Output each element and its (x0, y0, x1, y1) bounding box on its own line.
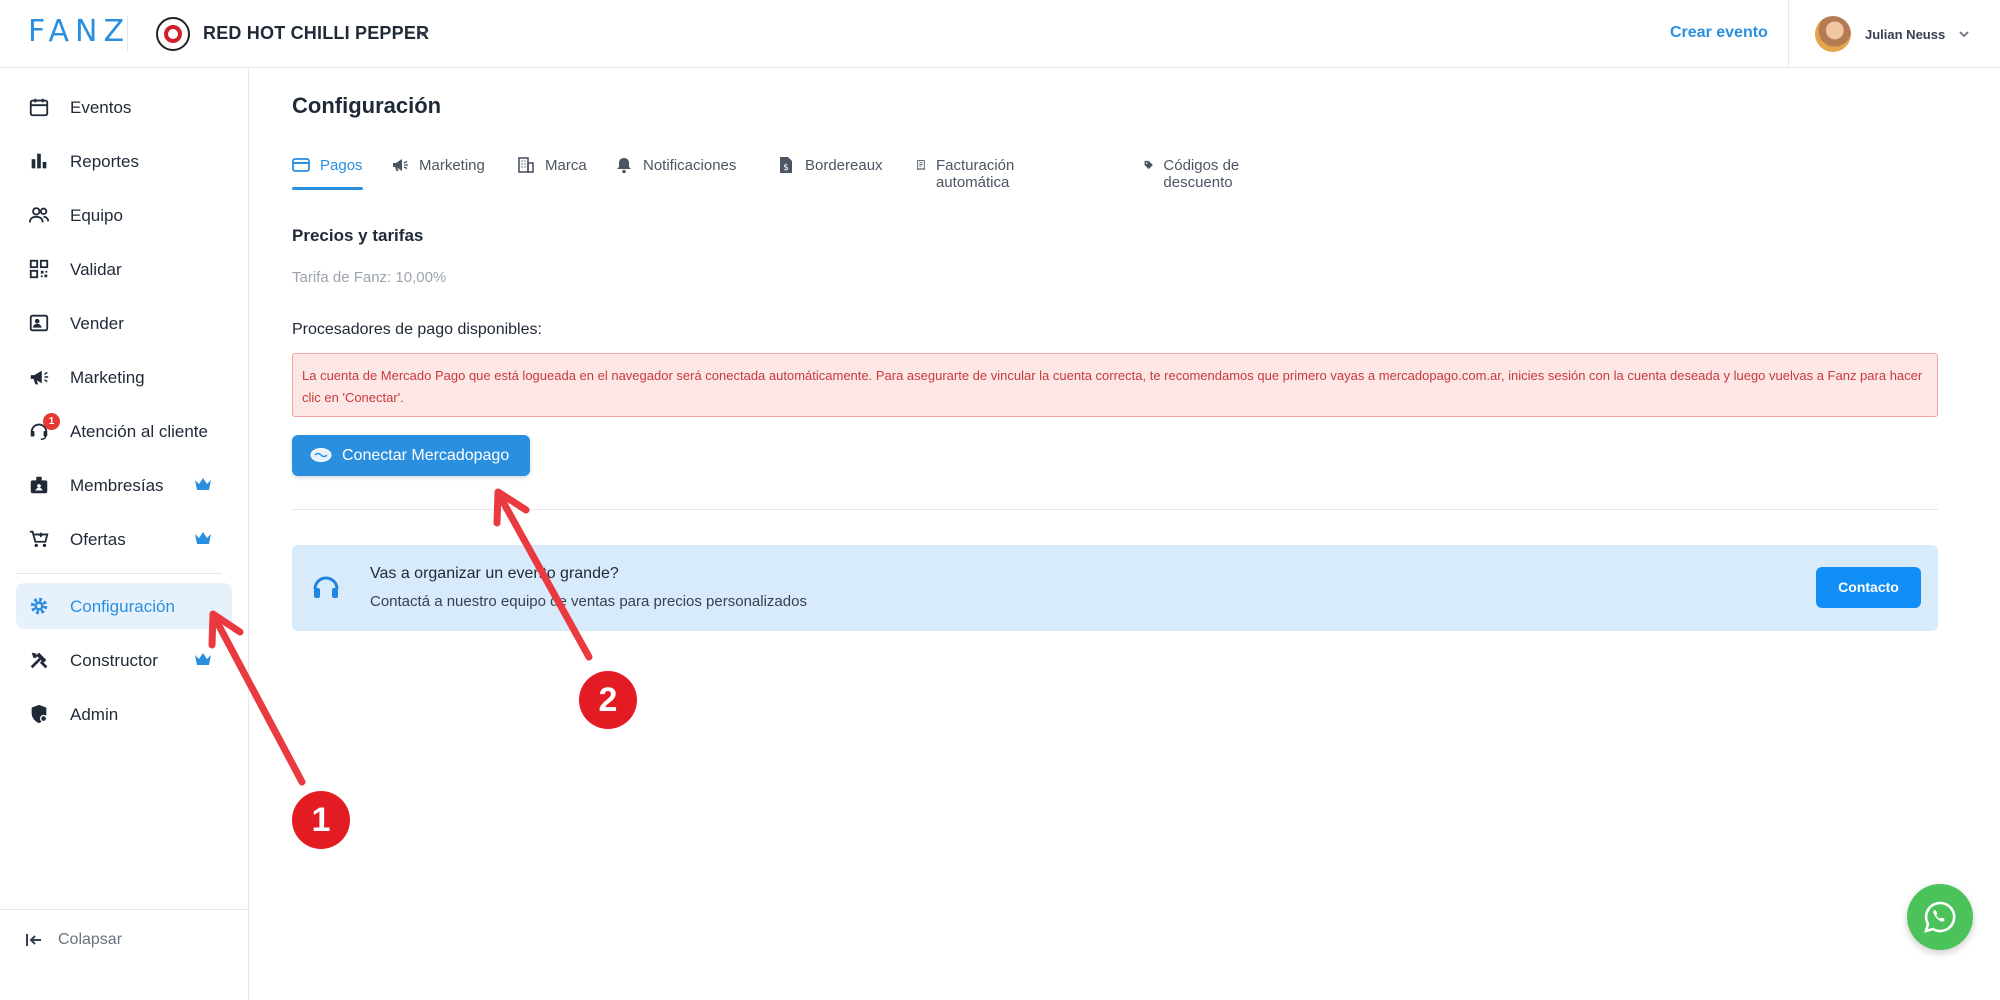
tab-label: Códigos de descuento (1163, 157, 1240, 191)
tab-label: Bordereaux (805, 157, 883, 174)
page-title: Configuración (292, 93, 442, 118)
promo-title: Vas a organizar un evento grande? (370, 565, 619, 582)
section-divider (292, 509, 1938, 510)
chevron-down-icon[interactable] (415, 24, 431, 40)
tab-label: Marca (545, 157, 587, 174)
sidebar-item-label: Ofertas (70, 530, 126, 549)
processors-title: Procesadores de pago disponibles: (292, 321, 542, 338)
crown-icon (195, 653, 211, 665)
gear-icon (30, 597, 48, 615)
sidebar-divider (16, 573, 222, 574)
file-dollar-icon: $ (780, 157, 792, 173)
sidebar-item-label: Eventos (70, 98, 132, 117)
sidebar-item-eventos[interactable]: Eventos (16, 84, 232, 130)
contact-button[interactable]: Contacto (1816, 567, 1921, 608)
sidebar-item-label: Marketing (70, 368, 145, 387)
tab-label: Facturación automática (935, 157, 1015, 191)
sidebar-item-label: Membresías (70, 476, 164, 495)
sidebar-item-reportes[interactable]: Reportes (16, 138, 232, 184)
topbar-divider-right (1788, 0, 1789, 68)
tag-icon (1144, 160, 1153, 170)
sidebar-item-label: Reportes (70, 152, 139, 171)
fanz-logo[interactable]: FANZ (28, 14, 130, 49)
sidebar-item-label: Vender (70, 314, 124, 333)
receipt-icon (917, 160, 925, 171)
tools-icon (30, 652, 48, 669)
collapse-button[interactable]: Colapsar (24, 930, 122, 950)
sidebar-item-membresias[interactable]: Membresías (16, 462, 232, 508)
sidebar-item-label: Admin (70, 705, 119, 724)
building-icon (518, 157, 534, 173)
create-event-link[interactable]: Crear evento (1670, 24, 1768, 42)
user-name[interactable]: Julian Neuss (1865, 27, 1945, 42)
tab-bordereaux[interactable]: $ Bordereaux (777, 154, 883, 190)
crown-icon (195, 532, 211, 544)
crown-icon (195, 478, 211, 490)
sidebar-item-label: Equipo (70, 206, 123, 225)
headset-icon (313, 576, 339, 598)
tab-label: Marketing (419, 157, 485, 174)
id-card-icon (29, 314, 49, 332)
connect-mercadopago-button[interactable]: Conectar Mercadopago (292, 435, 530, 476)
megaphone-icon (30, 370, 49, 385)
mercadopago-alert: La cuenta de Mercado Pago que está logue… (292, 353, 1938, 417)
calendar-icon (29, 98, 49, 117)
mercadopago-handshake-icon (310, 448, 332, 462)
whatsapp-button[interactable] (1907, 884, 1973, 950)
fee-text: Tarifa de Fanz: 10,00% (292, 269, 447, 286)
annotation-arrows (208, 488, 593, 786)
sidebar-item-configuracion[interactable]: Configuración (16, 583, 232, 629)
brand-avatar[interactable] (156, 17, 190, 51)
tab-marca[interactable]: Marca (517, 154, 587, 190)
cart-icon (29, 530, 49, 548)
sidebar-item-ofertas[interactable]: Ofertas (16, 516, 232, 562)
annotation-marker-2: 2 (579, 671, 637, 729)
sidebar-item-label: Validar (70, 260, 122, 279)
people-icon (28, 207, 50, 223)
collapse-label: Colapsar (58, 931, 123, 948)
tab-marketing[interactable]: Marketing (391, 154, 485, 190)
promo-subtitle: Contactá a nuestro equipo de ventas para… (370, 593, 807, 610)
credit-card-icon (292, 158, 310, 172)
notification-badge: 1 (43, 413, 60, 430)
sidebar-item-constructor[interactable]: Constructor (16, 637, 232, 683)
svg-text:$: $ (783, 163, 789, 173)
bell-icon (617, 158, 631, 174)
connect-button-label: Conectar Mercadopago (342, 447, 510, 464)
sidebar-item-vender[interactable]: Vender (16, 300, 232, 346)
tab-codigos-descuento[interactable]: Códigos de descuento (1144, 154, 1241, 191)
megaphone-icon (393, 159, 408, 171)
sidebar-item-validar[interactable]: Validar (16, 246, 232, 292)
badge-icon (30, 476, 48, 494)
sidebar-item-admin[interactable]: Admin (16, 691, 232, 737)
chevron-down-icon[interactable] (1957, 27, 1971, 41)
brand-name[interactable]: RED HOT CHILLI PEPPER (203, 23, 429, 44)
sidebar-item-equipo[interactable]: Equipo (16, 192, 232, 238)
annotation-marker-1: 1 (292, 791, 350, 849)
collapse-arrow-icon (26, 934, 41, 946)
tab-label: Notificaciones (643, 157, 737, 174)
topbar-divider (127, 16, 128, 52)
qr-code-icon (29, 259, 49, 279)
enterprise-promo-banner: Vas a organizar un evento grande? Contac… (292, 545, 1938, 631)
shield-icon (31, 704, 48, 724)
sidebar-bottom-divider (0, 909, 249, 910)
section-title: Precios y tarifas (292, 226, 424, 245)
sidebar-item-label: Constructor (70, 651, 158, 670)
sidebar-item-label: Atención al cliente (70, 422, 208, 441)
top-bar: FANZ RED HOT CHILLI PEPPER Crear evento … (0, 0, 2000, 68)
sidebar-item-marketing[interactable]: Marketing (16, 354, 232, 400)
tab-label: Pagos (320, 157, 363, 174)
user-avatar[interactable] (1815, 16, 1851, 52)
sidebar-item-atencion-cliente[interactable]: 1 Atención al cliente (16, 408, 232, 454)
tab-pagos[interactable]: Pagos (292, 154, 363, 190)
tab-notificaciones[interactable]: Notificaciones (615, 154, 736, 190)
tab-facturacion-automatica[interactable]: Facturación automática (916, 154, 1022, 191)
whatsapp-icon (1924, 901, 1956, 933)
sidebar-item-label: Configuración (70, 597, 175, 616)
logo-text: FANZ (28, 14, 131, 49)
sidebar: Eventos Reportes Equipo Validar Vender M… (0, 68, 249, 1000)
bar-chart-icon (31, 153, 47, 169)
